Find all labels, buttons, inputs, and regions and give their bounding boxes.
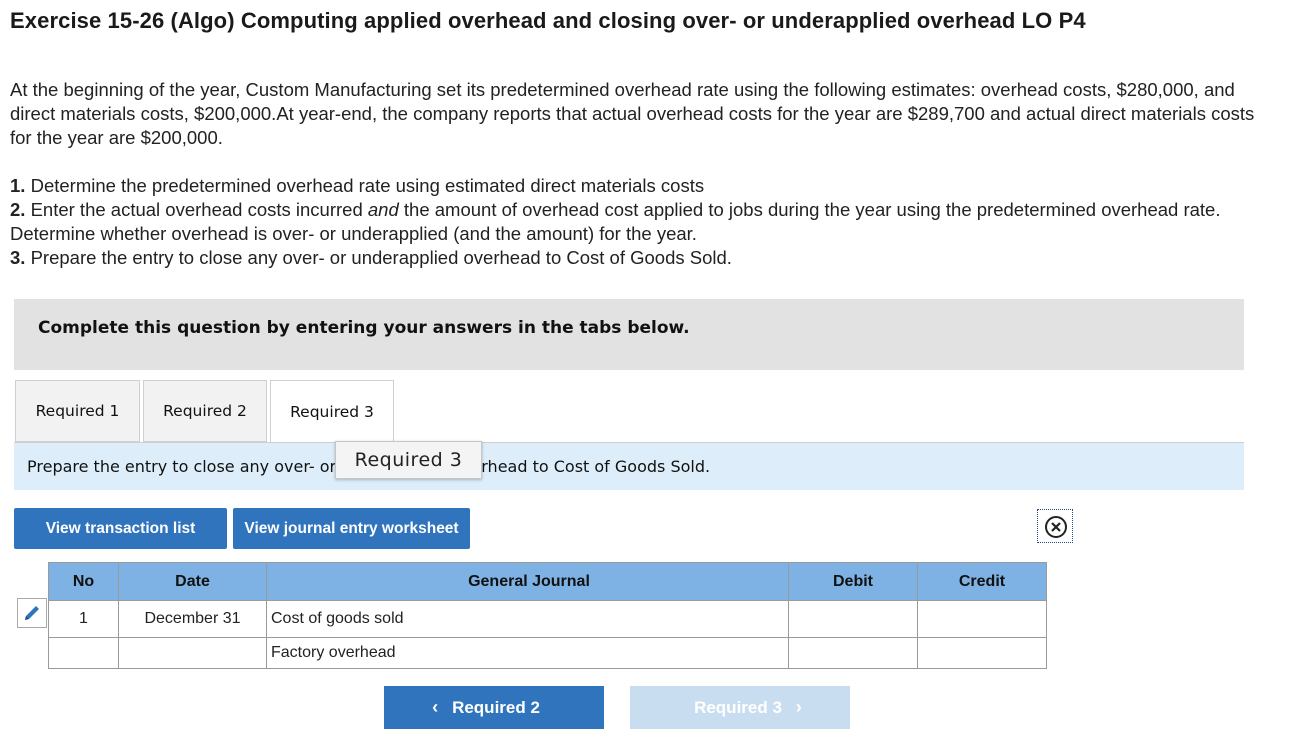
journal-header-row: No Date General Journal Debit Credit xyxy=(48,562,1047,601)
header-debit: Debit xyxy=(788,562,918,601)
banner-text: Complete this question by entering your … xyxy=(38,318,690,338)
close-circle-icon[interactable] xyxy=(1037,509,1073,543)
chevron-right-icon: › xyxy=(795,697,802,717)
tab-required-2[interactable]: Required 2 xyxy=(143,380,267,442)
row-no xyxy=(48,637,119,669)
instructions-banner: Complete this question by entering your … xyxy=(14,299,1244,370)
row-no: 1 xyxy=(48,600,119,638)
row-date[interactable]: December 31 xyxy=(118,600,267,638)
journal-row: Factory overhead xyxy=(48,637,1047,669)
tab-required-1[interactable]: Required 1 xyxy=(15,380,140,442)
next-label: Required 3 xyxy=(694,697,782,717)
prev-required-2-button[interactable]: ‹ Required 2 xyxy=(384,686,604,729)
header-no: No xyxy=(48,562,119,601)
exercise-title: Exercise 15-26 (Algo) Computing applied … xyxy=(10,8,1086,33)
next-required-3-button: Required 3 › xyxy=(630,686,850,729)
step-1: 1. Determine the predetermined overhead … xyxy=(10,175,705,196)
row-debit[interactable] xyxy=(788,637,918,669)
view-transaction-list-button[interactable]: View transaction list xyxy=(14,508,227,549)
prev-label: Required 2 xyxy=(452,697,540,717)
tab-tooltip: Required 3 xyxy=(335,441,482,479)
row-account[interactable]: Cost of goods sold xyxy=(266,600,789,638)
close-circle-glyph xyxy=(1045,516,1067,538)
row-debit[interactable] xyxy=(788,600,918,638)
step-2: 2. Enter the actual overhead costs incur… xyxy=(10,199,1221,244)
journal-table: No Date General Journal Debit Credit 1 D… xyxy=(48,562,1047,669)
step-3: 3. Prepare the entry to close any over- … xyxy=(10,247,732,268)
chevron-left-icon: ‹ xyxy=(432,697,439,717)
view-journal-entry-worksheet-button[interactable]: View journal entry worksheet xyxy=(233,508,470,549)
header-general-journal: General Journal xyxy=(266,562,789,601)
tab-instruction: Prepare the entry to close any over- or … xyxy=(14,443,1244,490)
row-credit[interactable] xyxy=(917,637,1047,669)
problem-intro: At the beginning of the year, Custom Man… xyxy=(10,79,1255,148)
row-date[interactable] xyxy=(118,637,267,669)
journal-row: 1 December 31 Cost of goods sold xyxy=(48,600,1047,638)
pencil-glyph xyxy=(25,606,39,620)
pencil-icon[interactable] xyxy=(17,598,47,628)
row-account[interactable]: Factory overhead xyxy=(266,637,789,669)
problem-steps: 1. Determine the predetermined overhead … xyxy=(10,174,1270,270)
tab-required-3[interactable]: Required 3 xyxy=(270,380,394,443)
header-date: Date xyxy=(118,562,267,601)
header-credit: Credit xyxy=(917,562,1047,601)
row-credit[interactable] xyxy=(917,600,1047,638)
